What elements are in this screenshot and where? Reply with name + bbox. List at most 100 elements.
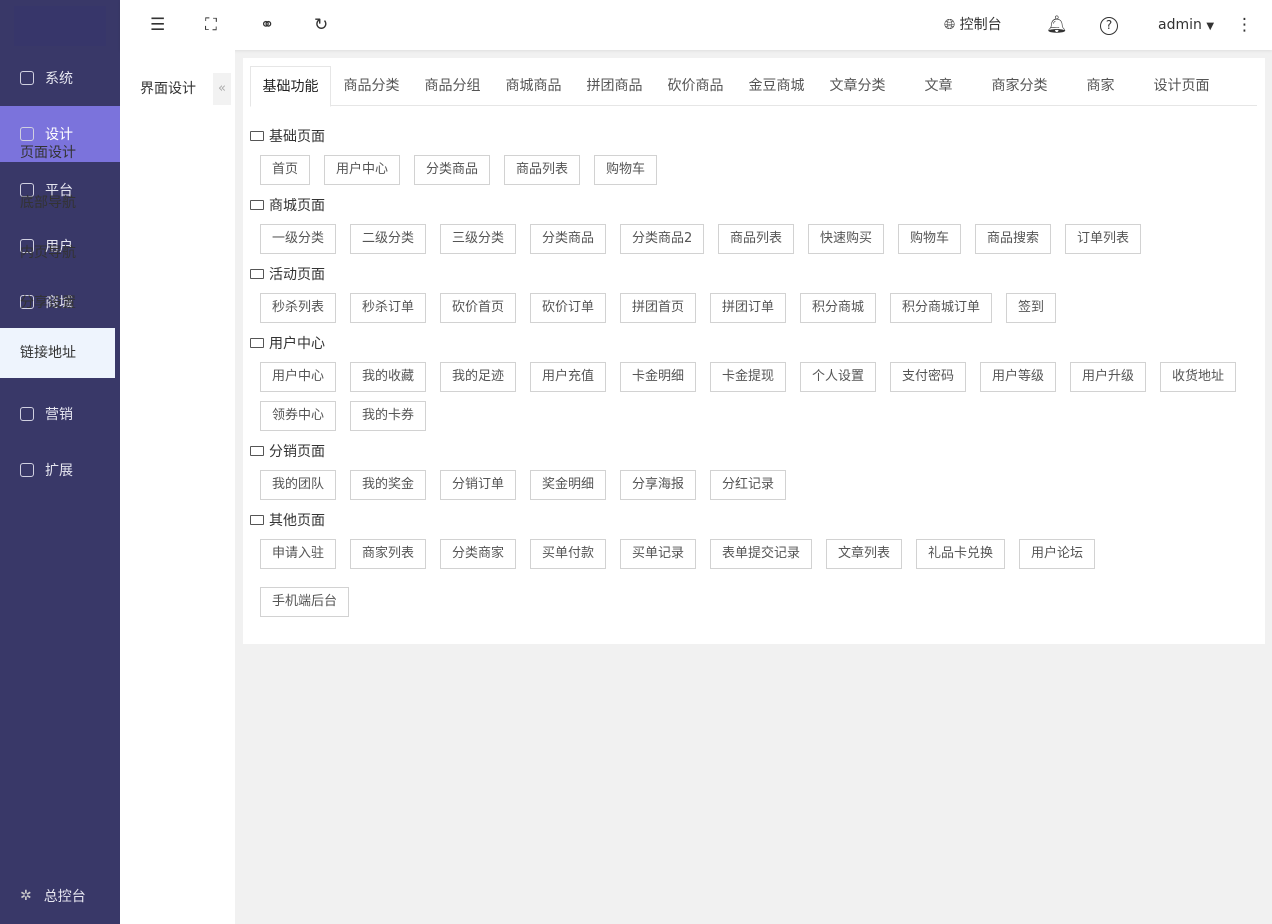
tab-3[interactable]: 商城商品: [493, 66, 574, 106]
user-menu[interactable]: admin ▼: [1158, 15, 1214, 37]
tab-6[interactable]: 金豆商城: [736, 66, 817, 106]
link-button[interactable]: 砍价首页: [440, 293, 516, 323]
submenu: 界面设计: [120, 50, 235, 924]
tab-9[interactable]: 商家分类: [979, 66, 1060, 106]
link-button[interactable]: 分销订单: [440, 470, 516, 500]
link-button[interactable]: 支付密码: [890, 362, 966, 392]
link-button[interactable]: 用户充值: [530, 362, 606, 392]
link-button[interactable]: 我的卡券: [350, 401, 426, 431]
tab-0[interactable]: 基础功能: [250, 66, 331, 107]
link-button[interactable]: 用户升级: [1070, 362, 1146, 392]
link-button[interactable]: 购物车: [898, 224, 961, 254]
link-button[interactable]: 签到: [1006, 293, 1056, 323]
link-button[interactable]: 积分商城订单: [890, 293, 992, 323]
fullscreen-icon[interactable]: ⛶: [205, 15, 217, 35]
link-button[interactable]: 砍价订单: [530, 293, 606, 323]
link-button[interactable]: 商品列表: [504, 155, 580, 185]
link-button[interactable]: 礼品卡兑换: [916, 539, 1005, 569]
folder-open-icon: [250, 131, 264, 141]
top-bar: ☰ ⛶ ⚭ ↻ 🌐︎ 控制台 🔔︎ ? admin ▼ ⋮: [120, 0, 1272, 50]
sidebar-item-label: 系统: [45, 68, 73, 88]
link-button[interactable]: 用户中心: [324, 155, 400, 185]
link-button[interactable]: 购物车: [594, 155, 657, 185]
section-title: 商城页面: [250, 195, 325, 215]
link-button[interactable]: 分类商品: [530, 224, 606, 254]
sidebar-item-7[interactable]: 扩展: [0, 442, 120, 498]
link-button[interactable]: 商家列表: [350, 539, 426, 569]
refresh-icon[interactable]: ↻: [314, 15, 328, 35]
link-button[interactable]: 卡金提现: [710, 362, 786, 392]
submenu-item[interactable]: 链接地址: [0, 328, 115, 378]
tab-10[interactable]: 商家: [1060, 66, 1141, 106]
link-button[interactable]: 分类商家: [440, 539, 516, 569]
submenu-item[interactable]: 内页导航: [0, 228, 115, 278]
link-button[interactable]: 卡金明细: [620, 362, 696, 392]
link-button[interactable]: 领券中心: [260, 401, 336, 431]
link-button[interactable]: 我的团队: [260, 470, 336, 500]
folder-open-icon: [250, 269, 264, 279]
tab-11[interactable]: 设计页面: [1141, 66, 1222, 106]
link-button[interactable]: 首页: [260, 155, 310, 185]
sidebar-item-0[interactable]: 系统: [0, 50, 120, 106]
link-button[interactable]: 分类商品2: [620, 224, 704, 254]
submenu-item[interactable]: 分享设置: [0, 278, 115, 328]
tab-1[interactable]: 商品分类: [331, 66, 412, 106]
menu-fold-icon[interactable]: ☰: [150, 15, 165, 35]
link-button[interactable]: 分享海报: [620, 470, 696, 500]
link-button[interactable]: 秒杀订单: [350, 293, 426, 323]
tab-2[interactable]: 商品分组: [412, 66, 493, 106]
section-title-text: 分销页面: [269, 441, 325, 461]
link-button[interactable]: 买单记录: [620, 539, 696, 569]
link-button[interactable]: 个人设置: [800, 362, 876, 392]
gift-icon: [20, 407, 34, 421]
sidebar-item-6[interactable]: 营销: [0, 386, 120, 442]
collapse-submenu-button[interactable]: «: [213, 73, 231, 105]
link-button[interactable]: 一级分类: [260, 224, 336, 254]
link-button[interactable]: 买单付款: [530, 539, 606, 569]
link-button[interactable]: 奖金明细: [530, 470, 606, 500]
link-button[interactable]: 拼团首页: [620, 293, 696, 323]
link-button[interactable]: 用户中心: [260, 362, 336, 392]
link-button[interactable]: 收货地址: [1160, 362, 1236, 392]
link-button[interactable]: 拼团订单: [710, 293, 786, 323]
bell-icon[interactable]: 🔔︎: [1046, 15, 1068, 35]
link-button[interactable]: 我的收藏: [350, 362, 426, 392]
link-icon[interactable]: ⚭: [260, 15, 274, 35]
sidebar-item-console[interactable]: ✲总控台: [0, 868, 120, 924]
submenu-item[interactable]: 底部导航: [0, 178, 115, 228]
tab-8[interactable]: 文章: [898, 66, 979, 106]
link-button[interactable]: 订单列表: [1065, 224, 1141, 254]
link-button[interactable]: 用户等级: [980, 362, 1056, 392]
tab-4[interactable]: 拼团商品: [574, 66, 655, 106]
link-button[interactable]: 商品搜索: [975, 224, 1051, 254]
link-button[interactable]: 积分商城: [800, 293, 876, 323]
link-button[interactable]: 我的奖金: [350, 470, 426, 500]
link-button[interactable]: 文章列表: [826, 539, 902, 569]
section-title-text: 其他页面: [269, 510, 325, 530]
tab-7[interactable]: 文章分类: [817, 66, 898, 106]
link-button[interactable]: 手机端后台: [260, 587, 349, 617]
link-button[interactable]: 分红记录: [710, 470, 786, 500]
link-button[interactable]: 表单提交记录: [710, 539, 812, 569]
username: admin: [1158, 17, 1202, 33]
link-button[interactable]: 三级分类: [440, 224, 516, 254]
more-icon[interactable]: ⋮: [1236, 15, 1253, 35]
help-icon[interactable]: ?: [1100, 17, 1118, 35]
console-link[interactable]: 🌐︎ 控制台: [944, 15, 1002, 35]
link-button[interactable]: 商品列表: [718, 224, 794, 254]
tab-5[interactable]: 砍价商品: [655, 66, 736, 106]
sidebar-item-label: 营销: [45, 404, 73, 424]
link-button[interactable]: 快速购买: [808, 224, 884, 254]
logo: [14, 6, 106, 46]
section-title: 活动页面: [250, 264, 325, 284]
link-button[interactable]: 分类商品: [414, 155, 490, 185]
section-title-text: 基础页面: [269, 126, 325, 146]
link-button[interactable]: 二级分类: [350, 224, 426, 254]
console-label: 控制台: [960, 17, 1002, 33]
link-button[interactable]: 我的足迹: [440, 362, 516, 392]
section-title: 用户中心: [250, 333, 325, 353]
link-button[interactable]: 用户论坛: [1019, 539, 1095, 569]
link-button[interactable]: 秒杀列表: [260, 293, 336, 323]
submenu-item[interactable]: 页面设计: [0, 128, 115, 178]
link-button[interactable]: 申请入驻: [260, 539, 336, 569]
